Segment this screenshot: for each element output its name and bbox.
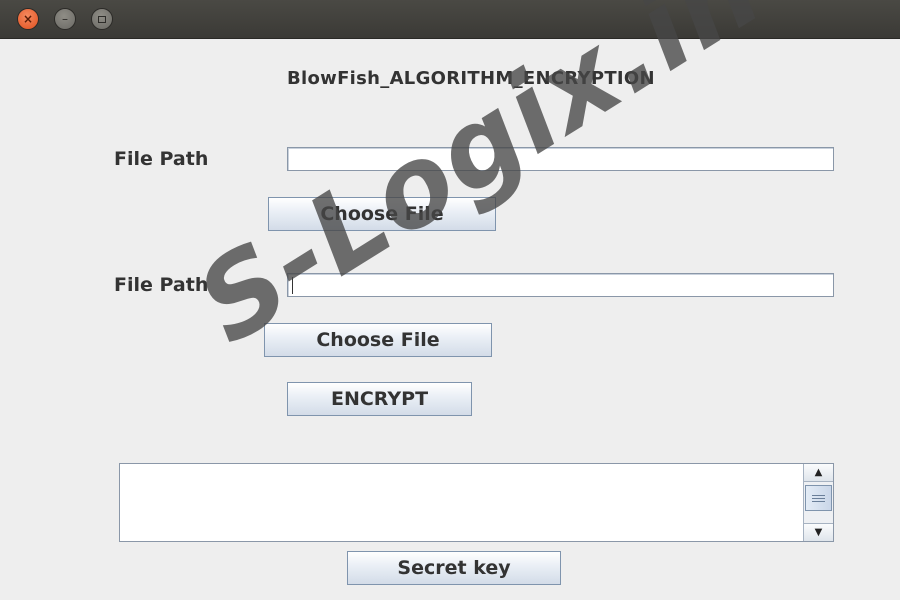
grip-line [812,494,825,496]
file-path-input-1[interactable] [287,147,834,171]
choose-file-button-1[interactable]: Choose File [268,197,496,231]
arrow-up-icon: ▲ [814,467,823,478]
secret-key-button[interactable]: Secret key [347,551,561,585]
file-path-input-2[interactable] [287,273,834,297]
text-caret [292,277,293,294]
choose-file-button-2[interactable]: Choose File [264,323,492,357]
encrypt-button[interactable]: ENCRYPT [287,382,472,416]
scroll-down-button[interactable]: ▼ [804,523,833,541]
window-titlebar: × – [0,0,900,39]
vertical-scrollbar[interactable]: ▲ ▼ [803,464,833,541]
app-title: BlowFish_ALGORITHM_ENCRYPTION [287,68,655,89]
grip-line [812,500,825,502]
maximize-button[interactable] [91,8,113,30]
minimize-button[interactable]: – [54,8,76,30]
file-path-label-2: File Path [114,274,209,296]
file-path-label-1: File Path [114,148,209,170]
output-textarea[interactable]: ▲ ▼ [119,463,834,542]
minimize-icon: – [62,12,68,26]
scroll-thumb[interactable] [805,485,832,511]
close-icon: × [22,12,34,26]
close-button[interactable]: × [17,8,39,30]
maximize-icon [98,15,106,23]
watermark: S-Logix.in [176,0,784,369]
grip-line [812,497,825,499]
arrow-down-icon: ▼ [814,527,823,538]
scroll-up-button[interactable]: ▲ [804,464,833,482]
